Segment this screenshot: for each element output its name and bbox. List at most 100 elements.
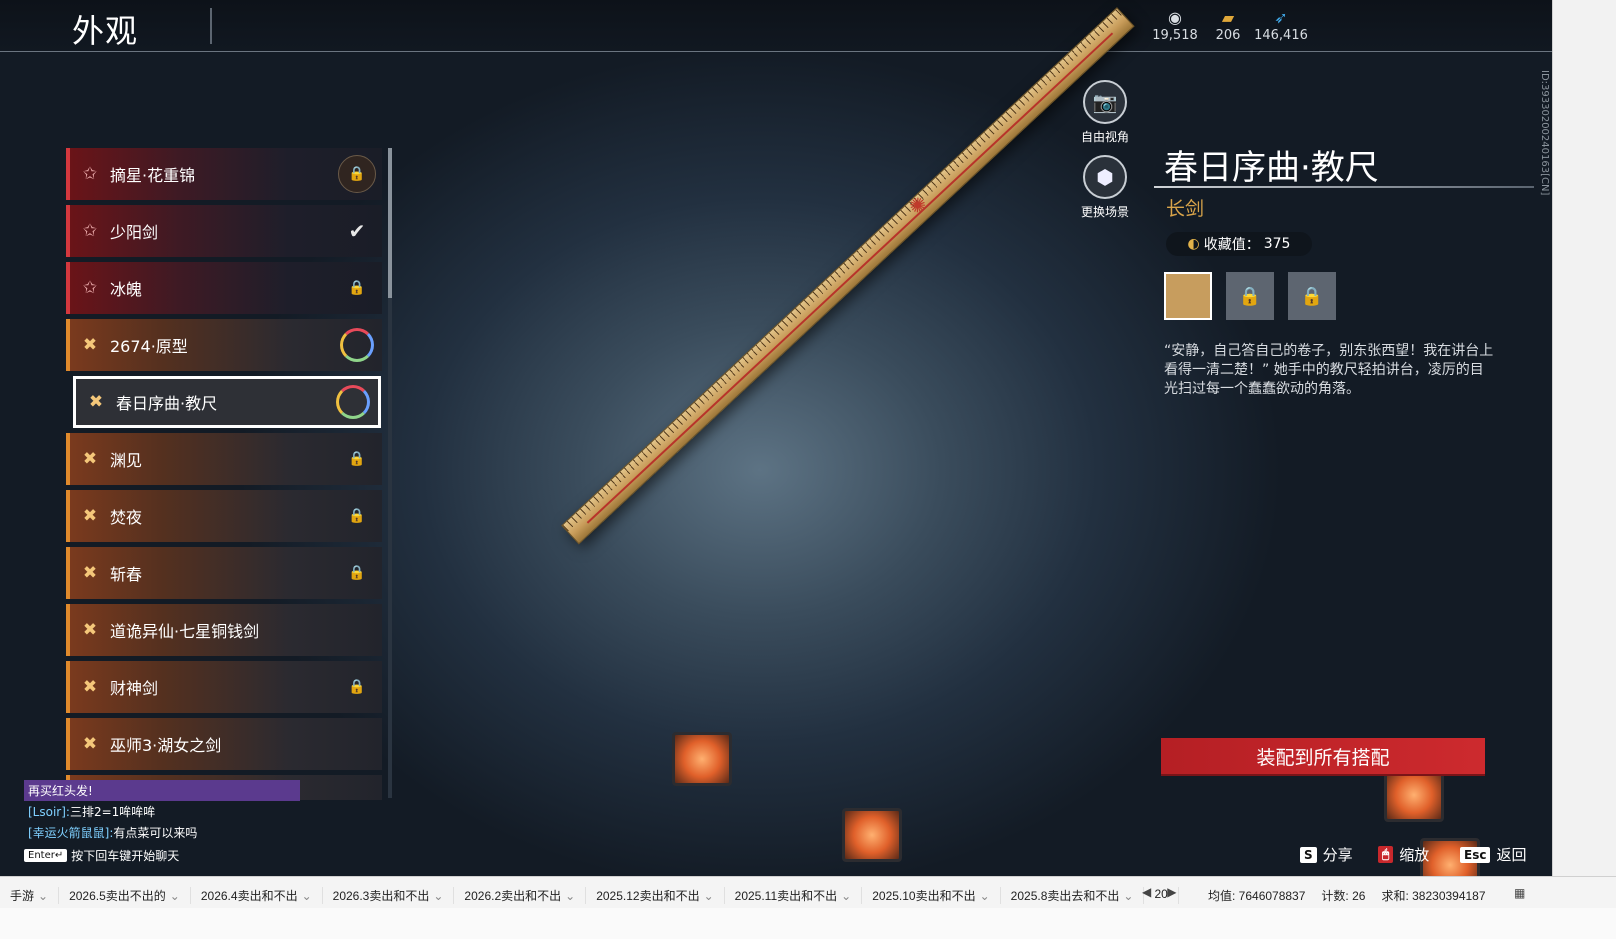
lock-icon: 🔒 [338,155,376,193]
stat-count: 计数: 26 [1321,889,1366,903]
skin-name: 春日序曲·教尺 [116,394,218,413]
skin-name: 2674·原型 [110,337,188,356]
share-label: 分享 [1322,846,1353,864]
cross-star-icon: ✖ [82,335,98,355]
collection-value-badge: ◐ 收藏值： 375 [1166,232,1312,256]
sheet-tab[interactable]: 手游 ⌄ [0,887,60,904]
sheet-tab[interactable]: 2026.2卖出和不出 ⌄ [454,887,587,904]
lantern [842,808,902,862]
skin-item[interactable]: ✖ 巫师3·湖女之剑 [66,718,382,770]
cross-star-icon: ✖ [82,506,98,526]
skin-name: 渊见 [110,451,143,470]
skin-item[interactable]: ✖ 焚夜 🔒 [66,490,382,542]
skin-name: 摘星·花重锦 [110,166,196,185]
star-icon: ✩ [82,221,98,241]
chat-highlight: 再买红头发! [24,780,300,801]
cross-star-icon: ✖ [88,392,104,412]
skin-name: 巫师3·湖女之剑 [110,736,222,755]
collection-value: 375 [1263,236,1291,252]
prev-sheet-icon[interactable]: ◀ [1142,885,1151,899]
skin-item[interactable]: ✖ 2674·原型 [66,319,382,371]
skin-name: 斩春 [110,565,143,584]
color-swatch-default[interactable] [1164,272,1212,320]
lantern [672,732,732,786]
ring-icon [340,328,374,362]
enter-key-icon: Enter↵ [24,849,68,862]
stat-sum: 求和: 38230394187 [1381,889,1486,903]
scrollbar-thumb[interactable] [388,148,392,298]
background-window-edge [1552,0,1616,908]
cross-star-icon: ✖ [82,563,98,583]
skin-list[interactable]: ✩ 摘星·花重锦 🔒 ✩ 少阳剑 ✔ ✩ 冰魄 🔒 ✖ 2674·原型 ✖ 春日… [66,148,384,800]
coin-pile-icon: ◉ [1168,8,1182,27]
skin-description: “安静，自己答自己的卷子，别东张西望！我在讲台上看得一清二楚！” 她手中的教尺轻… [1164,343,1494,397]
cube-icon: ⬢ [1096,165,1114,189]
sheet-tab[interactable]: 2026.4卖出和不出 ⌄ [191,887,323,904]
skin-item[interactable]: ✩ 少阳剑 ✔ [66,205,382,257]
camera-icon: 📷 [1092,90,1118,114]
color-swatch-locked[interactable]: 🔒 [1226,272,1274,320]
lock-icon: 🔒 [348,280,366,296]
skin-name: 财神剑 [110,679,159,698]
chat-text: 有点菜可以来吗 [113,826,198,840]
lock-icon: 🔒 [348,508,366,524]
currency-ingots: ▰ 206 [1198,8,1258,43]
chat-sender: [幸运火箭鼠鼠]: [28,826,114,840]
skin-item-selected[interactable]: ✖ 春日序曲·教尺 [73,376,381,428]
free-view-label: 自由视角 [1080,130,1129,144]
ruler-red-line [586,32,1114,524]
skin-item[interactable]: ✩ 摘星·花重锦 🔒 [66,148,382,200]
collection-icon: ◐ [1187,236,1200,252]
sheet-tab[interactable]: 2026.5卖出不出的 ⌄ [59,887,191,904]
color-swatch-locked[interactable]: 🔒 [1288,272,1336,320]
zoom-label: 缩放 [1399,846,1430,864]
feather-icon: ➶ [1274,8,1288,27]
next-sheet-icon[interactable]: ▶ [1167,885,1176,899]
star-icon: ✩ [82,278,98,298]
sheet-tab[interactable]: 2025.12卖出和不出 ⌄ [586,887,725,904]
key-s: S [1300,846,1317,863]
currency-value: 146,416 [1254,28,1308,43]
skin-item[interactable]: ✩ 冰魄 🔒 [66,262,382,314]
check-icon: ✔ [348,219,366,243]
lock-icon: 🔒 [1238,285,1262,307]
skin-name: 焚夜 [110,508,143,527]
collection-label: 收藏值： [1203,237,1260,253]
back-label: 返回 [1496,846,1527,864]
skin-item[interactable]: ✖ 道诡异仙·七星铜钱剑 [66,604,382,656]
back-hint[interactable]: Esc 返回 [1460,844,1526,865]
skin-item[interactable]: ✖ 斩春 🔒 [66,547,382,599]
page-title: 外观 [72,12,139,50]
weapon-model-ruler[interactable]: ✺ [561,7,1135,545]
skin-item[interactable]: ✖ 财神剑 🔒 [66,661,382,713]
grid-view-icon[interactable]: ▦ [1514,886,1525,900]
chat-enter-hint[interactable]: Enter↵ 按下回车键开始聊天 [24,847,304,864]
currency-value: 206 [1215,28,1241,43]
weapon-type: 长剑 [1166,198,1205,220]
currency-coins: ◉ 19,518 [1145,8,1205,43]
skin-item[interactable]: ✖ 渊见 🔒 [66,433,382,485]
sheet-tabs: 手游 ⌄ 2026.5卖出不出的 ⌄ 2026.4卖出和不出 ⌄ 2026.3卖出和不… [0,887,1179,904]
cross-star-icon: ✖ [82,620,98,640]
free-view-button[interactable]: 📷 [1083,80,1127,124]
share-hint[interactable]: S 分享 [1300,844,1353,865]
lock-icon: 🔒 [348,679,366,695]
stat-average: 均值: 7646078837 [1208,889,1306,903]
currency-feathers: ➶ 146,416 [1251,8,1311,43]
sheet-tab[interactable]: 2026.3卖出和不出 ⌄ [323,887,455,904]
sheet-tab[interactable]: 2025.8卖出去和不出 ⌄ [1001,887,1145,904]
game-viewport: 外观 ◉ 19,518 ▰ 206 ➶ 146,416 ✺ ✩ 摘星·花重锦 🔒 [0,0,1600,908]
chat-sender: [Lsoir]: [28,805,70,819]
status-stats: 均值: 7646078837 计数: 26 求和: 38230394187 [1208,887,1486,904]
sheet-tab[interactable]: 2025.11卖出和不出 ⌄ [725,887,863,904]
lock-icon: 🔒 [348,565,366,581]
lock-icon: 🔒 [1300,285,1324,307]
equip-all-outfits-button[interactable]: 装配到所有搭配 [1161,738,1485,776]
skin-title: 春日序曲·教尺 [1164,148,1379,188]
sheet-tab[interactable]: 2025.10卖出和不出 ⌄ [862,887,1001,904]
change-scene-button[interactable]: ⬢ [1083,155,1127,199]
player-id: ID:39330200240163[CN] [1539,70,1550,196]
zoom-hint[interactable]: 🖱 缩放 [1378,844,1429,865]
key-esc: Esc [1460,846,1491,863]
chat-panel[interactable]: 再买红头发! [Lsoir]:三排2=1哞哞哞 [幸运火箭鼠鼠]:有点菜可以来吗… [24,780,304,864]
